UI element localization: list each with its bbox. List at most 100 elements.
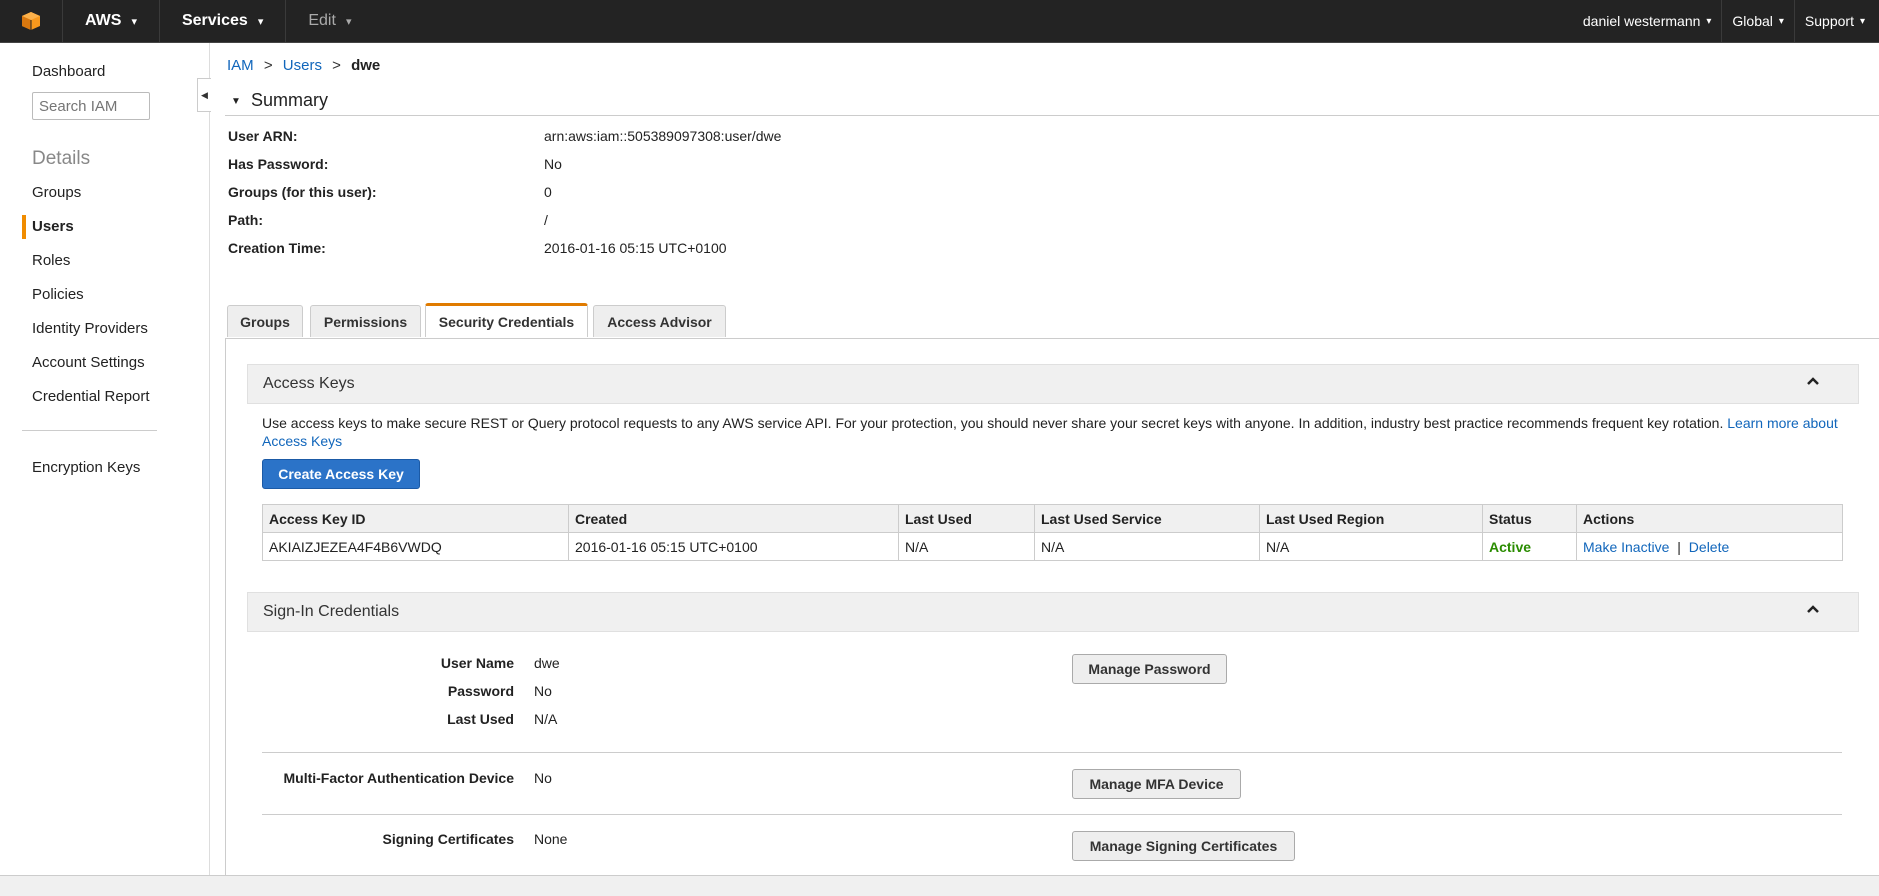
- main-content: IAM > Users > dwe ▼ Summary User ARN: ar…: [225, 43, 1879, 878]
- summary-value-path: /: [544, 212, 548, 228]
- make-inactive-link[interactable]: Make Inactive: [1583, 539, 1669, 555]
- region-menu[interactable]: Global ▾: [1722, 0, 1795, 42]
- chevron-down-icon: ▾: [257, 15, 264, 28]
- search-input[interactable]: [32, 92, 150, 120]
- column-header: Status: [1482, 504, 1577, 533]
- services-menu-label: Services: [181, 12, 248, 29]
- tab-groups[interactable]: Groups: [227, 305, 303, 337]
- summary-label: Has Password:: [228, 156, 329, 172]
- divider: [262, 752, 1842, 753]
- sidebar-item-roles[interactable]: Roles: [32, 252, 70, 269]
- signing-certificates-value: None: [534, 831, 568, 847]
- tab-access-advisor[interactable]: Access Advisor: [593, 305, 726, 337]
- aws-logo[interactable]: [0, 0, 63, 42]
- sidebar-divider: [22, 430, 157, 431]
- aws-cube-icon: [22, 12, 40, 30]
- summary-value-has-password: No: [544, 156, 562, 172]
- edit-menu-label: Edit: [308, 12, 336, 29]
- column-header: Actions: [1576, 504, 1843, 533]
- sidebar: Dashboard Details Groups Users Roles Pol…: [0, 43, 210, 875]
- create-access-key-button[interactable]: Create Access Key: [262, 459, 420, 489]
- sidebar-item-dashboard[interactable]: Dashboard: [32, 63, 105, 80]
- sidebar-item-users[interactable]: Users: [32, 218, 74, 235]
- sidebar-item-encryption-keys[interactable]: Encryption Keys: [32, 459, 140, 476]
- sidebar-item-identity-providers[interactable]: Identity Providers: [32, 320, 148, 337]
- access-keys-header[interactable]: Access Keys: [247, 364, 1859, 404]
- active-indicator: [22, 215, 26, 239]
- window-bottom-border: [0, 875, 1879, 896]
- sidebar-item-policies[interactable]: Policies: [32, 286, 84, 303]
- last-used-label: Last Used: [447, 711, 514, 727]
- manage-signing-certificates-button[interactable]: Manage Signing Certificates: [1072, 831, 1295, 861]
- account-menu[interactable]: daniel westermann ▾: [1573, 0, 1723, 42]
- summary-label: User ARN:: [228, 128, 298, 144]
- manage-mfa-device-button[interactable]: Manage MFA Device: [1072, 769, 1241, 799]
- breadcrumb: IAM > Users > dwe: [227, 57, 380, 74]
- access-keys-description-text: Use access keys to make secure REST or Q…: [262, 415, 1724, 431]
- access-key-last-used-region: N/A: [1259, 532, 1483, 561]
- chevron-down-icon: ▾: [1706, 15, 1712, 27]
- column-header: Access Key ID: [262, 504, 569, 533]
- password-label: Password: [447, 683, 514, 699]
- breadcrumb-separator: >: [332, 57, 341, 74]
- tab-security-credentials[interactable]: Security Credentials: [425, 303, 588, 337]
- summary-label: Groups (for this user):: [228, 184, 377, 200]
- breadcrumb-separator: >: [263, 57, 273, 74]
- access-key-last-used: N/A: [898, 532, 1035, 561]
- top-navigation-bar: AWS ▾ Services ▾ Edit ▾ daniel westerman…: [0, 0, 1879, 43]
- collapse-sidebar-toggle[interactable]: ◀: [197, 78, 211, 112]
- delete-key-link[interactable]: Delete: [1689, 539, 1729, 555]
- summary-value-groups: 0: [544, 184, 552, 200]
- chevron-down-icon: ▾: [1859, 15, 1865, 27]
- password-value: No: [534, 683, 552, 699]
- chevron-down-icon: ▾: [131, 15, 137, 28]
- mfa-value: No: [534, 770, 552, 786]
- summary-header[interactable]: ▼ Summary: [225, 89, 1879, 116]
- breadcrumb-current: dwe: [351, 57, 381, 74]
- column-header: Last Used Region: [1259, 504, 1483, 533]
- breadcrumb-users[interactable]: Users: [283, 57, 322, 74]
- signing-certificates-label: Signing Certificates: [382, 831, 514, 847]
- tab-permissions[interactable]: Permissions: [310, 305, 421, 337]
- summary-value-creation-time: 2016-01-16 05:15 UTC+0100: [544, 240, 727, 256]
- chevron-up-icon: [1807, 605, 1819, 613]
- column-header: Last Used Service: [1034, 504, 1260, 533]
- chevron-down-icon: ▾: [345, 15, 352, 28]
- breadcrumb-iam[interactable]: IAM: [227, 57, 254, 74]
- caret-left-icon: ◀: [201, 89, 208, 100]
- column-header: Last Used: [898, 504, 1035, 533]
- access-keys-title: Access Keys: [263, 375, 355, 392]
- user-name-value: dwe: [534, 655, 560, 671]
- summary-label: Creation Time:: [228, 240, 326, 256]
- last-used-value: N/A: [534, 711, 558, 727]
- region-menu-label: Global: [1732, 13, 1773, 29]
- sidebar-item-account-settings[interactable]: Account Settings: [32, 354, 145, 371]
- chevron-up-icon: [1807, 377, 1819, 385]
- sidebar-item-credential-report[interactable]: Credential Report: [32, 388, 150, 405]
- support-menu-label: Support: [1804, 13, 1854, 29]
- signin-credentials-header[interactable]: Sign-In Credentials: [247, 592, 1859, 632]
- summary-label: Path:: [228, 212, 263, 228]
- action-separator: |: [1677, 538, 1681, 555]
- mfa-label: Multi-Factor Authentication Device: [283, 770, 514, 786]
- edit-menu[interactable]: Edit ▾: [286, 0, 373, 42]
- summary-value-arn: arn:aws:iam::505389097308:user/dwe: [544, 128, 782, 144]
- security-credentials-panel: Access Keys Use access keys to make secu…: [225, 338, 1879, 878]
- access-key-id: AKIAIZJEZEA4F4B6VWDQ: [262, 532, 569, 561]
- status-badge: Active: [1482, 532, 1577, 561]
- access-key-actions: Make Inactive | Delete: [1576, 532, 1843, 561]
- sidebar-item-groups[interactable]: Groups: [32, 184, 81, 201]
- manage-password-button[interactable]: Manage Password: [1072, 654, 1227, 684]
- access-key-created: 2016-01-16 05:15 UTC+0100: [568, 532, 899, 561]
- signin-credentials-title: Sign-In Credentials: [263, 603, 400, 620]
- divider: [262, 814, 1842, 815]
- user-name-label: User Name: [440, 655, 514, 671]
- aws-menu-label: AWS: [85, 12, 122, 29]
- support-menu[interactable]: Support ▾: [1795, 0, 1879, 42]
- account-menu-label: daniel westermann: [1582, 13, 1701, 29]
- access-keys-table: Access Key ID Created Last Used Last Use…: [262, 504, 1843, 561]
- aws-menu[interactable]: AWS ▾: [63, 0, 160, 42]
- services-menu[interactable]: Services ▾: [160, 0, 287, 42]
- table-header-row: Access Key ID Created Last Used Last Use…: [262, 504, 1843, 533]
- access-key-last-used-service: N/A: [1034, 532, 1260, 561]
